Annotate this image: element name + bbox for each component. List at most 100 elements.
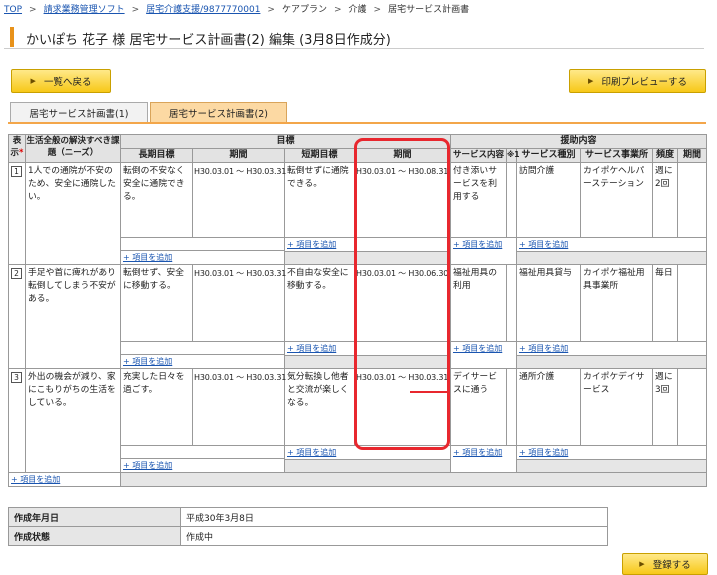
short-period-text[interactable]: H30.03.01 ～ H30.06.30 <box>355 265 450 283</box>
service-content-text[interactable]: 付き添いサービスを利用する <box>451 163 506 206</box>
period3-cell <box>677 264 708 342</box>
service-type-cell: 福祉用具貸与 <box>516 264 582 342</box>
mark-cell <box>506 264 518 342</box>
short-goal-add-area: + 項目を追加 <box>283 445 452 460</box>
add-service-link[interactable]: + 項目を追加 <box>451 342 516 355</box>
needs-add-area: + 項目を追加 <box>8 472 121 487</box>
breadcrumb-top-link[interactable]: TOP <box>4 5 22 15</box>
status-label: 作成状態 <box>8 526 181 546</box>
needs-cell: 外出の機会が減り、家にこもりがちの生活をしている。 <box>25 368 121 473</box>
provider-cell: カイポケデイサービス <box>580 368 654 446</box>
service-content-cell: デイサービスに通う <box>450 368 508 446</box>
service-content-text[interactable]: デイサービスに通う <box>451 369 506 399</box>
short-goal-cell: 不自由な安全に移動する。 <box>284 264 355 342</box>
add-service-link[interactable]: + 項目を追加 <box>451 446 516 459</box>
long-period-cell: H30.03.01 ～ H30.03.31 <box>192 264 286 342</box>
short-period-start: H30.03.01 ～ <box>356 373 409 382</box>
back-to-list-label: 一覧へ戻る <box>43 77 92 88</box>
row-number-cell: 2 <box>8 264 26 369</box>
add-provider-link[interactable]: + 項目を追加 <box>517 238 707 252</box>
long-goal-text[interactable]: 転倒せず、安全に移動する。 <box>121 265 192 295</box>
provider-text[interactable]: カイポケヘルパーステーション <box>581 163 652 193</box>
short-goal-text[interactable]: 転倒せずに通院できる。 <box>285 163 354 193</box>
add-long-goal-link[interactable]: + 項目を追加 <box>121 458 284 472</box>
long-goal-cell: 充実した日々を過ごす。 <box>120 368 193 446</box>
page-title-bar: かいぽち 花子 様 居宅サービス計画書(2) 編集 (3月8日作成分) <box>4 25 704 49</box>
long-period-cell: H30.03.01 ～ H30.03.31 <box>192 162 286 238</box>
header-assistance: 援助内容 <box>450 134 708 149</box>
print-preview-button[interactable]: ▶ 印刷プレビューする <box>569 69 706 93</box>
add-provider-link[interactable]: + 項目を追加 <box>517 446 707 460</box>
provider-add-area: + 項目を追加 <box>516 237 708 265</box>
add-provider-link[interactable]: + 項目を追加 <box>517 342 707 356</box>
row-number-cell: 1 <box>8 162 26 265</box>
service-content-cell: 福祉用具の利用 <box>450 264 508 342</box>
tab-service-plan-2-label: 居宅サービス計画書(2) <box>169 109 268 120</box>
service-plan-table: 表示* 生活全般の解決すべき課題（ニーズ） 目標 援助内容 長期目標 期間 短期… <box>8 134 708 487</box>
long-goal-add-area: + 項目を追加 <box>120 237 285 265</box>
needs-text[interactable]: 外出の機会が減り、家にこもりがちの生活をしている。 <box>26 369 120 412</box>
frequency-cell: 週に3回 <box>652 368 679 446</box>
frequency-cell: 週に2回 <box>652 162 679 238</box>
short-period-end: H30.03.31 <box>408 373 449 382</box>
frequency-text[interactable]: 週に3回 <box>653 369 677 399</box>
add-long-goal-link[interactable]: + 項目を追加 <box>121 250 284 264</box>
service-type-cell: 通所介護 <box>516 368 582 446</box>
long-period-text[interactable]: H30.03.01 ～ H30.03.31 <box>193 369 286 387</box>
service-add-area: + 項目を追加 <box>450 341 518 369</box>
long-period-cell: H30.03.01 ～ H30.03.31 <box>192 368 286 446</box>
tab-service-plan-1[interactable]: 居宅サービス計画書(1) <box>10 102 148 123</box>
provider-text[interactable]: カイポケデイサービス <box>581 369 652 399</box>
long-goal-add-area: + 項目を追加 <box>120 341 285 369</box>
add-short-goal-link[interactable]: + 項目を追加 <box>285 238 450 251</box>
frequency-text[interactable]: 毎日 <box>653 265 677 282</box>
short-period-text[interactable]: H30.03.01 ～ H30.03.31 <box>355 369 450 387</box>
breadcrumb-separator: > <box>29 5 37 15</box>
add-needs-link[interactable]: + 項目を追加 <box>9 473 120 486</box>
tab-underline <box>8 122 706 124</box>
needs-text[interactable]: 1人での通院が不安のため、安全に通院したい。 <box>26 163 120 206</box>
header-long-goal: 長期目標 <box>120 148 193 163</box>
service-content-text[interactable]: 福祉用具の利用 <box>451 265 506 295</box>
long-goal-text[interactable]: 充実した日々を過ごす。 <box>121 369 192 399</box>
header-display: 表示* <box>8 134 26 163</box>
service-type-text[interactable]: 訪問介護 <box>517 163 580 180</box>
short-goal-empty <box>283 251 452 265</box>
needs-cell: 1人での通院が不安のため、安全に通院したい。 <box>25 162 121 265</box>
short-goal-text[interactable]: 不自由な安全に移動する。 <box>285 265 354 295</box>
table-row: 3 外出の機会が減り、家にこもりがちの生活をしている。 充実した日々を過ごす。 … <box>8 368 708 473</box>
needs-cell: 手足や首に痺れがあり転倒してしまう不安がある。 <box>25 264 121 369</box>
page-title: かいぽち 花子 様 居宅サービス計画書(2) 編集 (3月8日作成分) <box>26 33 391 48</box>
back-to-list-button[interactable]: ▶ 一覧へ戻る <box>11 69 111 93</box>
breadcrumb-separator: > <box>333 5 342 15</box>
long-period-text[interactable]: H30.03.01 ～ H30.03.31 <box>193 163 286 181</box>
short-goal-add-area: + 項目を追加 <box>283 237 452 252</box>
header-mark: ※1 <box>506 148 520 163</box>
register-label: 登録する <box>652 560 691 571</box>
period3-cell <box>677 368 708 446</box>
short-period-text[interactable]: H30.03.01 ～ H30.08.31 <box>355 163 450 181</box>
add-long-goal-link[interactable]: + 項目を追加 <box>121 354 284 368</box>
service-type-text[interactable]: 通所介護 <box>517 369 580 386</box>
service-type-cell: 訪問介護 <box>516 162 582 238</box>
add-short-goal-link[interactable]: + 項目を追加 <box>285 342 450 355</box>
frequency-text[interactable]: 週に2回 <box>653 163 677 193</box>
provider-text[interactable]: カイポケ福祉用具事業所 <box>581 265 652 295</box>
long-period-text[interactable]: H30.03.01 ～ H30.03.31 <box>193 265 286 283</box>
header-frequency: 頻度 <box>652 148 679 163</box>
short-goal-empty <box>283 355 452 369</box>
table-row: 1 1人での通院が不安のため、安全に通院したい。 転倒の不安なく安全に通院できる… <box>8 162 708 265</box>
needs-text[interactable]: 手足や首に痺れがあり転倒してしまう不安がある。 <box>26 265 120 308</box>
short-goal-text[interactable]: 気分転換し他者と交流が楽しくなる。 <box>285 369 354 412</box>
row-number: 2 <box>11 268 22 279</box>
add-short-goal-link[interactable]: + 項目を追加 <box>285 446 450 459</box>
long-goal-text[interactable]: 転倒の不安なく安全に通院できる。 <box>121 163 192 206</box>
tab-service-plan-2[interactable]: 居宅サービス計画書(2) <box>150 102 287 123</box>
breadcrumb-billing-link[interactable]: 請求業務管理ソフト <box>44 5 125 15</box>
register-button[interactable]: ▶ 登録する <box>622 553 708 575</box>
add-service-link[interactable]: + 項目を追加 <box>451 238 516 251</box>
mark-cell <box>506 162 518 238</box>
service-type-text[interactable]: 福祉用具貸与 <box>517 265 580 282</box>
breadcrumb-office-link[interactable]: 居宅介護支援/9877770001 <box>146 5 260 15</box>
service-add-area: + 項目を追加 <box>450 445 518 473</box>
